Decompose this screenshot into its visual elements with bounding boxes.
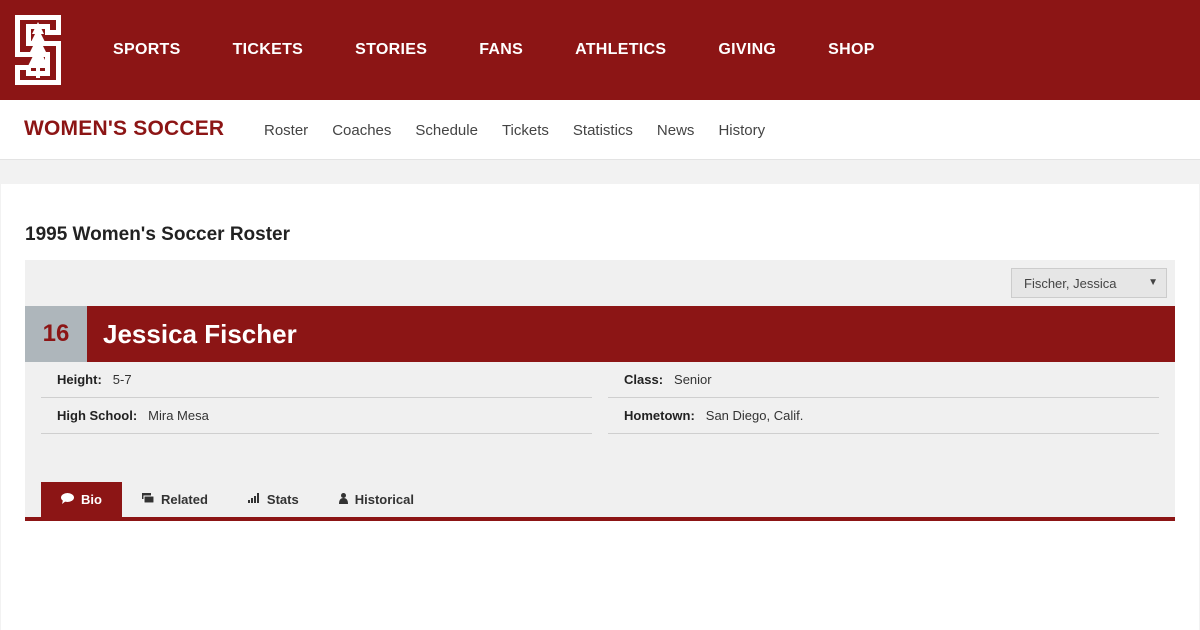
tab-historical[interactable]: Historical bbox=[319, 482, 434, 517]
subnav-roster[interactable]: Roster bbox=[264, 122, 308, 139]
subnav-statistics[interactable]: Statistics bbox=[573, 122, 633, 139]
subnav-news[interactable]: News bbox=[657, 122, 695, 139]
tab-bio[interactable]: Bio bbox=[41, 482, 122, 517]
tab-stats[interactable]: Stats bbox=[228, 482, 319, 517]
tab-underline bbox=[25, 517, 1175, 521]
class-label: Class: bbox=[624, 372, 664, 387]
hometown-value: San Diego, Calif. bbox=[705, 408, 804, 423]
class-value: Senior bbox=[674, 372, 712, 387]
nav-athletics[interactable]: ATHLETICS bbox=[575, 41, 666, 59]
tab-stats-label: Stats bbox=[266, 492, 299, 507]
main-nav: SPORTS TICKETS STORIES FANS ATHLETICS GI… bbox=[113, 0, 927, 100]
jersey-number: 16 bbox=[25, 306, 87, 362]
tab-historical-label: Historical bbox=[354, 492, 414, 507]
nav-tickets[interactable]: TICKETS bbox=[233, 41, 304, 59]
nav-stories[interactable]: STORIES bbox=[355, 41, 427, 59]
nav-shop[interactable]: SHOP bbox=[828, 41, 875, 59]
info-hometown: Hometown: San Diego, Calif. bbox=[608, 398, 1159, 434]
subnav-coaches[interactable]: Coaches bbox=[332, 122, 391, 139]
speech-bubble-icon bbox=[61, 492, 74, 507]
high-school-label: High School: bbox=[57, 408, 138, 423]
height-label: Height: bbox=[57, 372, 102, 387]
player-select-value: Fischer, Jessica bbox=[1024, 276, 1117, 291]
tab-related-label: Related bbox=[160, 492, 208, 507]
stanford-s-logo-icon[interactable] bbox=[12, 12, 64, 88]
info-class: Class: Senior bbox=[608, 362, 1159, 398]
sport-links: Roster Coaches Schedule Tickets Statisti… bbox=[264, 100, 789, 160]
player-select[interactable]: Fischer, Jessica ▼ bbox=[1011, 268, 1167, 298]
player-header: 16 Jessica Fischer bbox=[25, 306, 1175, 362]
height-value: 5-7 bbox=[112, 372, 132, 387]
subnav-schedule[interactable]: Schedule bbox=[415, 122, 478, 139]
subnav-tickets[interactable]: Tickets bbox=[502, 122, 549, 139]
info-high-school: High School: Mira Mesa bbox=[41, 398, 592, 434]
sport-subnav: WOMEN'S SOCCER Roster Coaches Schedule T… bbox=[0, 100, 1200, 160]
tab-related[interactable]: Related bbox=[122, 482, 228, 517]
bar-chart-icon bbox=[247, 493, 260, 506]
nav-fans[interactable]: FANS bbox=[479, 41, 523, 59]
tab-bio-label: Bio bbox=[81, 492, 102, 507]
page-title: 1995 Women's Soccer Roster bbox=[25, 224, 291, 245]
cards-icon bbox=[141, 493, 155, 506]
caret-down-icon: ▼ bbox=[1148, 277, 1158, 288]
high-school-value: Mira Mesa bbox=[148, 408, 209, 423]
roster-card: 1995 Women's Soccer Roster Fischer, Jess… bbox=[1, 184, 1199, 630]
player-name: Jessica Fischer bbox=[103, 319, 297, 349]
info-height: Height: 5-7 bbox=[41, 362, 592, 398]
site-header: SPORTS TICKETS STORIES FANS ATHLETICS GI… bbox=[0, 0, 1200, 100]
player-tabs: Bio Related Stats Historical bbox=[41, 482, 434, 517]
nav-sports[interactable]: SPORTS bbox=[113, 41, 181, 59]
subnav-history[interactable]: History bbox=[718, 122, 765, 139]
sport-title[interactable]: WOMEN'S SOCCER bbox=[24, 117, 224, 141]
player-panel: Fischer, Jessica ▼ 16 Jessica Fischer He… bbox=[25, 260, 1175, 521]
hometown-label: Hometown: bbox=[624, 408, 695, 423]
person-icon bbox=[338, 492, 348, 507]
nav-giving[interactable]: GIVING bbox=[718, 41, 776, 59]
